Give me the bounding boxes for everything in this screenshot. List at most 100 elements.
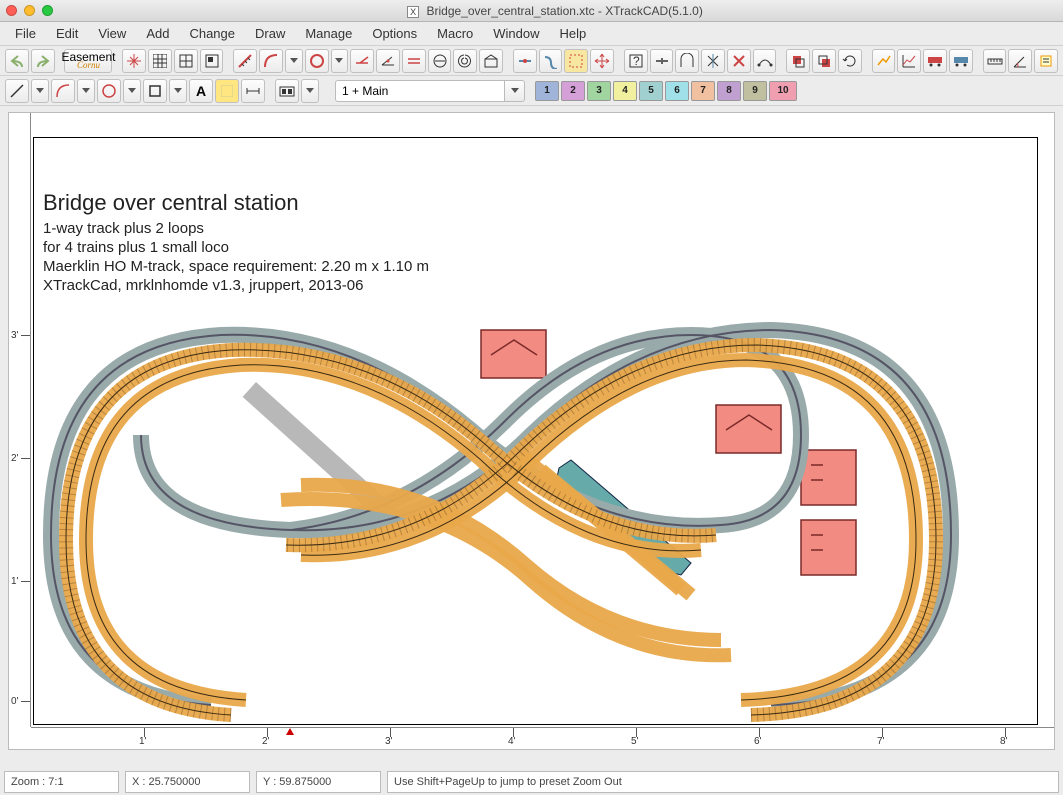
straight-track-button[interactable] <box>233 49 257 73</box>
split-button[interactable] <box>650 49 674 73</box>
parallel-button[interactable] <box>402 49 426 73</box>
turntable-button[interactable] <box>428 49 452 73</box>
ruler-tick: 0' <box>11 696 18 707</box>
select-button[interactable] <box>564 49 588 73</box>
canvas-area[interactable]: 0' 1' 2' 3' 1' 2' 3' 4' 5' 6' 7' 8' Brid… <box>8 112 1055 750</box>
shape-box-dropdown[interactable] <box>169 79 187 103</box>
menu-macro[interactable]: Macro <box>428 23 482 44</box>
track-drawing <box>31 135 1041 735</box>
helix-button[interactable] <box>453 49 477 73</box>
line-button[interactable] <box>5 79 29 103</box>
menu-draw[interactable]: Draw <box>246 23 294 44</box>
layer-4-button[interactable]: 4 <box>613 81 637 101</box>
layer-dropdown[interactable] <box>505 80 525 102</box>
chevron-down-icon <box>82 88 90 93</box>
chevron-down-icon <box>36 88 44 93</box>
curve-button[interactable] <box>51 79 75 103</box>
map-button[interactable] <box>200 49 224 73</box>
menu-window[interactable]: Window <box>484 23 548 44</box>
join-button[interactable] <box>539 49 563 73</box>
redo-button[interactable] <box>31 49 55 73</box>
move-button[interactable] <box>590 49 614 73</box>
train-button[interactable] <box>949 49 973 73</box>
elevation-button[interactable] <box>872 49 896 73</box>
layer-7-button[interactable]: 7 <box>691 81 715 101</box>
rotate-button[interactable] <box>838 49 862 73</box>
curved-track-button[interactable] <box>259 49 283 73</box>
shape-box-button[interactable] <box>143 79 167 103</box>
ruler-tick: 6' <box>754 736 761 747</box>
menu-edit[interactable]: Edit <box>47 23 87 44</box>
dimension-button[interactable] <box>241 79 265 103</box>
describe-button[interactable]: ? <box>624 49 648 73</box>
connect-button[interactable] <box>753 49 777 73</box>
note-button[interactable] <box>1034 49 1058 73</box>
snap-grid-button[interactable] <box>122 49 146 73</box>
profile-button[interactable] <box>897 49 921 73</box>
menu-options[interactable]: Options <box>363 23 426 44</box>
structure-button[interactable] <box>479 49 503 73</box>
close-icon[interactable] <box>6 5 17 16</box>
shape-circle-button[interactable] <box>97 79 121 103</box>
layer-input[interactable] <box>335 80 505 102</box>
menu-add[interactable]: Add <box>137 23 178 44</box>
layer-10-button[interactable]: 10 <box>769 81 797 101</box>
window-controls <box>6 5 53 16</box>
chevron-down-icon <box>511 88 519 93</box>
chevron-down-icon <box>128 88 136 93</box>
title-app: XTrackCAD(5.1.0) <box>605 4 703 18</box>
maximize-icon[interactable] <box>42 5 53 16</box>
shape-circle-dropdown[interactable] <box>123 79 141 103</box>
layer-5-button[interactable]: 5 <box>639 81 663 101</box>
circle-dropdown[interactable] <box>331 49 349 73</box>
menu-view[interactable]: View <box>89 23 135 44</box>
flip-button[interactable] <box>701 49 725 73</box>
app-icon: X <box>407 6 419 18</box>
below-button[interactable] <box>812 49 836 73</box>
tunnel-button[interactable] <box>675 49 699 73</box>
ruler-tick: 3' <box>11 330 18 341</box>
title-file: Bridge_over_central_station.xtc <box>426 4 594 18</box>
circle-track-button[interactable] <box>305 49 329 73</box>
window-title: X Bridge_over_central_station.xtc - XTra… <box>53 4 1057 18</box>
menu-help[interactable]: Help <box>551 23 596 44</box>
layer-9-button[interactable]: 9 <box>743 81 767 101</box>
drawing-viewport[interactable]: Bridge over central station 1-way track … <box>31 135 1054 727</box>
angle-button[interactable] <box>1008 49 1032 73</box>
ruler-tick: 2' <box>11 453 18 464</box>
chevron-down-icon <box>174 88 182 93</box>
text-button[interactable]: A <box>189 79 213 103</box>
menu-file[interactable]: File <box>6 23 45 44</box>
grid-enable-button[interactable] <box>174 49 198 73</box>
layer-3-button[interactable]: 3 <box>587 81 611 101</box>
layer-selector[interactable] <box>335 80 525 102</box>
car-button[interactable] <box>923 49 947 73</box>
easement-button[interactable]: Easement Cornu <box>64 49 112 73</box>
turnout-button[interactable] <box>350 49 374 73</box>
curved-dropdown[interactable] <box>285 49 303 73</box>
ruler-button[interactable] <box>983 49 1007 73</box>
ruler-tick: 1' <box>11 576 18 587</box>
above-button[interactable] <box>786 49 810 73</box>
ruler-tick: 3' <box>385 736 392 747</box>
minimize-icon[interactable] <box>24 5 35 16</box>
hotbar-dropdown[interactable] <box>301 79 319 103</box>
handlaid-button[interactable] <box>376 49 400 73</box>
modify-button[interactable] <box>513 49 537 73</box>
menu-manage[interactable]: Manage <box>296 23 361 44</box>
layer-6-button[interactable]: 6 <box>665 81 689 101</box>
note-draw-button[interactable] <box>215 79 239 103</box>
layer-2-button[interactable]: 2 <box>561 81 585 101</box>
delete-button[interactable] <box>727 49 751 73</box>
line-dropdown[interactable] <box>31 79 49 103</box>
statusbar: Zoom : 7:1 X : 25.750000 Y : 59.875000 U… <box>0 769 1063 795</box>
layer-1-button[interactable]: 1 <box>535 81 559 101</box>
status-y: Y : 59.875000 <box>256 771 381 793</box>
grid-show-button[interactable] <box>148 49 172 73</box>
layer-8-button[interactable]: 8 <box>717 81 741 101</box>
curve-dropdown[interactable] <box>77 79 95 103</box>
undo-button[interactable] <box>5 49 29 73</box>
ruler-tick: 4' <box>508 736 515 747</box>
menu-change[interactable]: Change <box>180 23 244 44</box>
hotbar-button[interactable] <box>275 79 299 103</box>
